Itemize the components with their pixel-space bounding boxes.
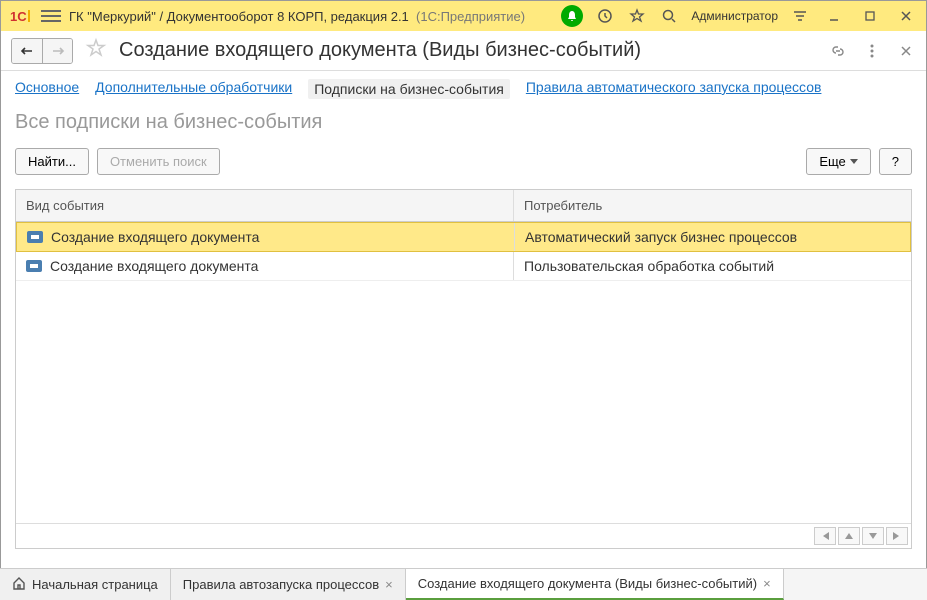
tab-extra[interactable]: Дополнительные обработчики — [95, 79, 292, 99]
tab-subscriptions[interactable]: Подписки на бизнес-события — [308, 79, 510, 99]
bottom-tab-label: Начальная страница — [32, 577, 158, 592]
bottom-tab-home[interactable]: Начальная страница — [0, 569, 171, 600]
th-consumer[interactable]: Потребитель — [514, 190, 911, 221]
kebab-icon[interactable] — [862, 41, 882, 61]
cell-event: Создание входящего документа — [51, 229, 259, 245]
bottom-tab-current[interactable]: Создание входящего документа (Виды бизне… — [406, 569, 784, 600]
row-icon — [27, 231, 43, 243]
settings-icon[interactable] — [790, 6, 810, 26]
close-icon[interactable]: × — [763, 576, 771, 591]
bottom-tab-bar: Начальная страница Правила автозапуска п… — [0, 568, 927, 600]
th-event-type[interactable]: Вид события — [16, 190, 514, 221]
table-nav — [16, 523, 911, 548]
page-title: Создание входящего документа (Виды бизне… — [119, 39, 641, 62]
close-button[interactable] — [894, 6, 918, 26]
chevron-down-icon — [850, 159, 858, 164]
help-button[interactable]: ? — [879, 148, 912, 175]
svg-text:1С: 1С — [10, 9, 27, 24]
minimize-button[interactable] — [822, 6, 846, 26]
star-icon[interactable] — [85, 37, 107, 65]
table: Вид события Потребитель Создание входяще… — [15, 189, 912, 549]
cell-consumer: Автоматический запуск бизнес процессов — [525, 229, 797, 245]
tab-bar: Основное Дополнительные обработчики Подп… — [1, 71, 926, 111]
notifications-icon[interactable] — [561, 5, 583, 27]
user-label[interactable]: Администратор — [691, 9, 778, 23]
app-logo: 1С — [9, 6, 33, 26]
cell-consumer: Пользовательская обработка событий — [524, 258, 774, 274]
titlebar: 1С ГК "Меркурий" / Документооборот 8 КОР… — [1, 1, 926, 31]
menu-icon[interactable] — [41, 6, 61, 26]
link-icon[interactable] — [828, 41, 848, 61]
nav-forward-button[interactable] — [42, 39, 72, 63]
search-icon[interactable] — [659, 6, 679, 26]
nav-buttons — [11, 38, 73, 64]
maximize-button[interactable] — [858, 6, 882, 26]
content: Все подписки на бизнес-события Найти... … — [1, 111, 926, 549]
cancel-search-button: Отменить поиск — [97, 148, 220, 175]
bottom-tab-label: Правила автозапуска процессов — [183, 577, 379, 592]
tab-main[interactable]: Основное — [15, 79, 79, 99]
row-icon — [26, 260, 42, 272]
nav-last-icon[interactable] — [886, 527, 908, 545]
bottom-tab-label: Создание входящего документа (Виды бизне… — [418, 576, 757, 591]
cell-event: Создание входящего документа — [50, 258, 258, 274]
table-header: Вид события Потребитель — [16, 190, 911, 222]
page-close-icon[interactable] — [896, 41, 916, 61]
more-button[interactable]: Еще — [806, 148, 870, 175]
table-body: Создание входящего документа Автоматичес… — [16, 222, 911, 523]
bottom-tab-rules[interactable]: Правила автозапуска процессов × — [171, 569, 406, 600]
nav-down-icon[interactable] — [862, 527, 884, 545]
nav-up-icon[interactable] — [838, 527, 860, 545]
favorite-icon[interactable] — [627, 6, 647, 26]
section-title: Все подписки на бизнес-события — [15, 111, 912, 134]
app-title: ГК "Меркурий" / Документооборот 8 КОРП, … — [69, 9, 525, 24]
action-row: Найти... Отменить поиск Еще ? — [15, 148, 912, 175]
page-toolbar: Создание входящего документа (Виды бизне… — [1, 31, 926, 71]
nav-first-icon[interactable] — [814, 527, 836, 545]
tab-rules[interactable]: Правила автоматического запуска процессо… — [526, 79, 822, 99]
home-icon — [12, 577, 26, 593]
nav-back-button[interactable] — [12, 39, 42, 63]
table-row[interactable]: Создание входящего документа Пользовател… — [16, 252, 911, 281]
close-icon[interactable]: × — [385, 577, 393, 592]
table-row[interactable]: Создание входящего документа Автоматичес… — [16, 222, 911, 252]
history-icon[interactable] — [595, 6, 615, 26]
find-button[interactable]: Найти... — [15, 148, 89, 175]
